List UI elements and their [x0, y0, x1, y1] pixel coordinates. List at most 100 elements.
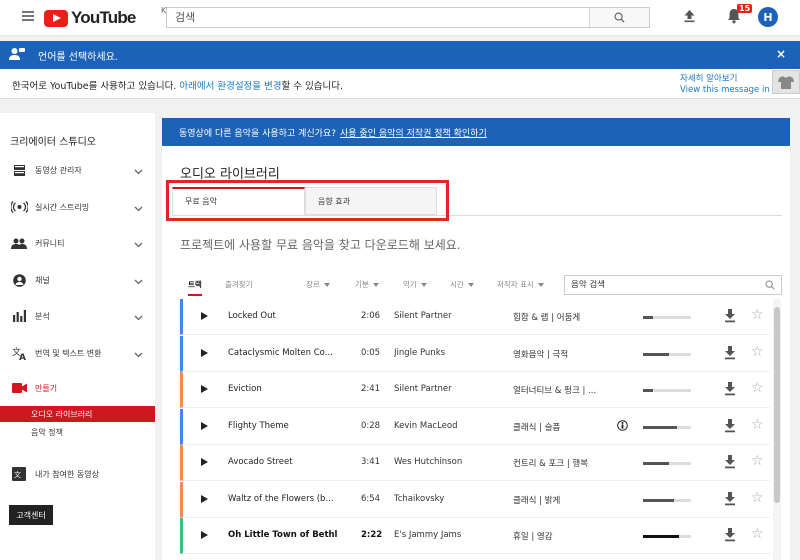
download-icon[interactable] — [724, 455, 736, 472]
change-settings-link[interactable]: 아래에서 환경설정을 변경 — [179, 81, 281, 92]
language-banner: 언어를 선택하세요. × — [0, 41, 800, 69]
track-duration: 2:41 — [361, 384, 381, 394]
person-language-icon — [9, 47, 26, 63]
sidebar-item-label: 분석 — [35, 311, 50, 321]
play-icon[interactable] — [201, 348, 208, 357]
download-icon[interactable] — [724, 528, 736, 545]
filter-genre-dropdown[interactable]: 장르 — [306, 279, 330, 290]
star-favorite-icon[interactable]: ☆ — [751, 381, 764, 395]
channel-icon — [9, 273, 29, 287]
logo-text: YouTube — [71, 8, 136, 27]
contributions-icon: 文 — [9, 467, 29, 481]
track-genre-mood: 영화음악 | 극적 — [513, 349, 569, 360]
track-artist: E's Jammy Jams — [394, 530, 462, 540]
play-icon[interactable] — [201, 494, 208, 503]
copyright-banner: 동영상에 다른 음악을 사용하고 계신가요? 사용 중인 음악의 저작권 정책 … — [162, 118, 790, 146]
message-prefix: 한국어로 YouTube를 사용하고 있습니다. — [12, 81, 180, 92]
caret-down-icon — [537, 283, 544, 287]
sidebar-item-create[interactable]: 만들기 — [0, 376, 155, 400]
track-row[interactable]: Flighty Theme 0:28 Kevin MacLeod 클래식 | 슬픔 ☆ — [180, 408, 770, 445]
star-favorite-icon[interactable]: ☆ — [751, 308, 764, 322]
close-icon[interactable]: × — [776, 47, 786, 61]
sidebar-item-live-streaming[interactable]: 실시간 스트리밍 — [0, 195, 155, 219]
filter-mood-dropdown[interactable]: 기분 — [355, 279, 379, 290]
star-favorite-icon[interactable]: ☆ — [751, 345, 764, 359]
scrollbar-thumb[interactable] — [774, 307, 780, 503]
play-icon[interactable] — [201, 531, 208, 539]
star-favorite-icon[interactable]: ☆ — [751, 418, 764, 432]
avatar[interactable]: H — [758, 7, 778, 27]
library-description: 프로젝트에 사용할 무료 음악을 찾고 다운로드해 보세요. — [180, 238, 461, 252]
popularity-fill — [643, 535, 679, 538]
play-icon[interactable] — [201, 312, 208, 320]
chevron-down-icon — [134, 311, 143, 324]
search-input[interactable] — [167, 8, 589, 27]
track-title: Eviction — [228, 384, 262, 394]
shirt-icon[interactable] — [772, 70, 800, 94]
copyright-prefix: 동영상에 다른 음악을 사용하고 계신가요? — [179, 128, 336, 139]
attribution-required-icon[interactable] — [617, 419, 628, 434]
filter-tab-tracks[interactable]: 트랙 — [188, 279, 202, 296]
sidebar-item-translations[interactable]: 文A 번역 및 텍스트 변환 — [0, 341, 155, 365]
download-icon[interactable] — [724, 345, 736, 363]
svg-text:A: A — [19, 353, 26, 360]
track-artist: Tchaikovsky — [394, 493, 445, 504]
chevron-down-icon — [134, 348, 143, 361]
track-title: Waltz of the Flowers (b... — [228, 493, 334, 504]
language-banner-title: 언어를 선택하세요. — [38, 51, 118, 63]
filter-label: 시간 — [450, 280, 464, 289]
sidebar-item-channel[interactable]: 채널 — [0, 268, 155, 292]
filter-label: 기분 — [355, 280, 369, 289]
track-title: Locked Out — [228, 311, 276, 321]
track-title: Avocado Street — [228, 457, 293, 467]
sidebar-item-analytics[interactable]: 분석 — [0, 304, 155, 328]
analytics-icon — [9, 310, 29, 322]
sidebar-item-video-manager[interactable]: 동영상 관리자 — [0, 158, 155, 182]
track-genre-mood: 힙합 & 랩 | 어둡게 — [513, 313, 581, 323]
filter-tab-favorites[interactable]: 즐겨찾기 — [225, 279, 253, 290]
menu-icon[interactable] — [22, 11, 34, 21]
track-row[interactable]: Cataclysmic Molten Co... 0:05 Jingle Punks… — [180, 335, 770, 372]
download-icon[interactable] — [724, 309, 736, 326]
search-button[interactable] — [589, 8, 649, 27]
download-icon[interactable] — [724, 418, 736, 436]
popularity-bar — [643, 352, 691, 356]
sidebar-sub-item-audio-library[interactable]: 오디오 라이브러리 — [0, 406, 155, 422]
play-icon[interactable] — [201, 458, 208, 466]
search-icon[interactable] — [759, 280, 781, 290]
upload-icon[interactable] — [683, 9, 696, 26]
sidebar-item-label: 동영상 관리자 — [35, 165, 82, 175]
track-row[interactable]: Oh Little Town of Bethle... 2:22 E's Jammy… — [180, 518, 770, 554]
filter-duration-dropdown[interactable]: 시간 — [450, 279, 474, 290]
language-message: 한국어로 YouTube를 사용하고 있습니다. 아래에서 환경설정을 변경할 … — [0, 69, 800, 99]
track-artist: Kevin MacLeod — [394, 420, 458, 431]
popularity-fill — [643, 389, 653, 392]
copyright-policy-link[interactable]: 사용 중인 음악의 저작권 정책 확인하기 — [340, 126, 487, 139]
download-icon[interactable] — [724, 491, 736, 509]
star-favorite-icon[interactable]: ☆ — [751, 454, 764, 468]
filter-attribution-dropdown[interactable]: 저작자 표시 — [497, 279, 544, 290]
sidebar-sub-item-music-policies[interactable]: 음악 정책 — [0, 424, 155, 440]
popularity-fill — [643, 316, 653, 319]
sidebar-item-contributions[interactable]: 文 내가 참여한 동영상 — [0, 462, 155, 486]
play-icon[interactable] — [201, 421, 208, 430]
star-favorite-icon[interactable]: ☆ — [751, 491, 764, 505]
track-row[interactable]: Waltz of the Flowers (b... 6:54 Tchaikovsk… — [180, 481, 770, 518]
download-icon[interactable] — [724, 382, 736, 399]
help-center-button[interactable]: 고객센터 — [9, 505, 53, 525]
youtube-logo[interactable]: YouTube KR — [44, 6, 172, 28]
message-suffix: 할 수 있습니다. — [281, 81, 344, 92]
scrollbar[interactable] — [773, 299, 781, 560]
filter-label: 악기 — [403, 280, 417, 289]
sidebar-item-label: 채널 — [35, 275, 50, 285]
track-row[interactable]: Avocado Street 3:41 Wes Hutchinson 컨트리 & 포크… — [180, 445, 770, 481]
track-row[interactable]: Eviction 2:41 Silent Partner 얼터너티브 & 펑크 | .… — [180, 372, 770, 408]
music-search-input[interactable] — [565, 280, 759, 290]
audio-library-panel: 동영상에 다른 음악을 사용하고 계신가요? 사용 중인 음악의 저작권 정책 … — [162, 118, 790, 560]
sidebar-item-community[interactable]: 커뮤니티 — [0, 231, 155, 255]
track-row[interactable]: Locked Out 2:06 Silent Partner 힙합 & 랩 | 어둡게… — [180, 299, 770, 335]
filter-instrument-dropdown[interactable]: 악기 — [403, 279, 427, 290]
star-favorite-icon[interactable]: ☆ — [751, 527, 764, 541]
play-icon[interactable] — [201, 385, 208, 393]
track-duration: 2:06 — [361, 311, 381, 321]
